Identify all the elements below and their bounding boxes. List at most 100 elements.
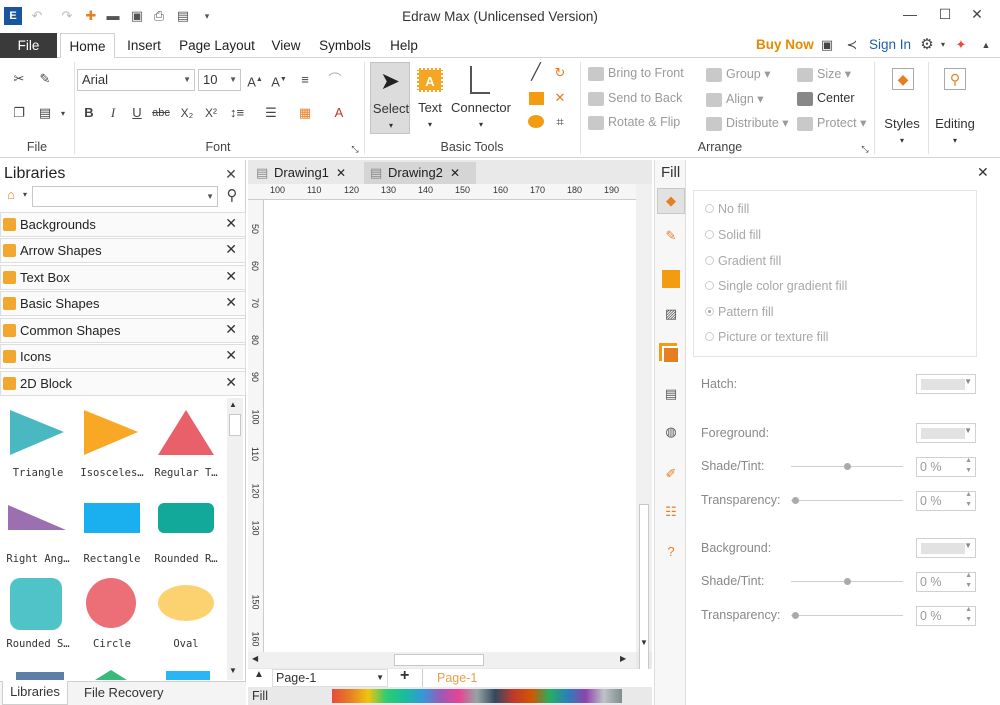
bullets-icon[interactable]: ☰ xyxy=(262,104,280,122)
comment-icon[interactable]: ☷ xyxy=(659,504,683,526)
partial-shape[interactable] xyxy=(95,670,127,680)
canvas-vertical-scrollbar[interactable]: ▼ xyxy=(636,184,652,674)
maximize-button[interactable]: ☐ xyxy=(935,6,955,26)
tab-page-layout[interactable]: Page Layout xyxy=(176,33,258,58)
rounded-rectangle-shape[interactable] xyxy=(158,503,214,533)
page-select[interactable]: Page-1 ▼ xyxy=(272,669,388,687)
isosceles-triangle-shape[interactable] xyxy=(84,410,138,455)
doc-tab-drawing1[interactable]: ▤ Drawing1 ✕ xyxy=(250,162,362,184)
cart-icon[interactable]: ▣ xyxy=(818,36,836,54)
hatch-select[interactable]: ▼ xyxy=(916,374,976,394)
note-icon[interactable]: ✐ xyxy=(659,466,683,488)
page-properties-icon[interactable]: ▤ xyxy=(659,386,683,408)
tab-symbols[interactable]: Symbols xyxy=(314,33,376,58)
rounded-square-shape[interactable] xyxy=(10,578,62,630)
align-text-icon[interactable]: ≡ xyxy=(296,71,314,89)
layers-icon[interactable] xyxy=(662,346,680,364)
fg-transparency-input[interactable]: 0 % ▲ ▼ xyxy=(916,491,976,511)
library-item-common-shapes[interactable]: Common Shapes ✕ xyxy=(0,318,246,343)
brush-icon[interactable]: ✎ xyxy=(36,70,54,88)
scroll-up-icon[interactable]: ▲ xyxy=(229,400,237,409)
close-library-icon[interactable]: ✕ xyxy=(225,268,237,285)
bg-shade-slider-knob[interactable] xyxy=(844,578,851,585)
line-spacing-icon[interactable]: ↕≡ xyxy=(228,104,246,122)
rectangle-shape[interactable] xyxy=(84,503,140,533)
scroll-thumb[interactable] xyxy=(229,414,241,436)
fg-transparency-slider-knob[interactable] xyxy=(792,497,799,504)
tab-file-recovery[interactable]: File Recovery xyxy=(84,685,163,700)
foreground-color-select[interactable]: ▼ xyxy=(916,423,976,443)
library-item-basic-shapes[interactable]: Basic Shapes ✕ xyxy=(0,291,246,316)
select-tool-button[interactable]: ➤ Select ▾ xyxy=(370,62,410,134)
text-curve-icon[interactable]: ⌒ xyxy=(326,71,344,89)
fg-transparency-slider[interactable] xyxy=(791,500,903,501)
search-icon[interactable]: ⚲ xyxy=(223,187,241,205)
superscript-icon[interactable]: X² xyxy=(202,104,220,122)
rotate-flip-button[interactable]: Rotate & Flip xyxy=(588,115,680,130)
fill-bucket-icon[interactable]: ◆ xyxy=(657,188,685,214)
bg-transparency-slider-knob[interactable] xyxy=(792,612,799,619)
line-style-icon[interactable]: ✎ xyxy=(659,228,683,250)
fg-shade-slider-knob[interactable] xyxy=(844,463,851,470)
tab-view[interactable]: View xyxy=(266,33,306,58)
close-library-icon[interactable]: ✕ xyxy=(225,294,237,311)
text-tool-button[interactable]: A Text ▾ xyxy=(414,62,446,134)
bg-transparency-input[interactable]: 0 % ▲ ▼ xyxy=(916,606,976,626)
underline-icon[interactable]: U xyxy=(128,104,146,122)
fg-shade-input[interactable]: 0 % ▲ ▼ xyxy=(916,457,976,477)
close-tab-icon[interactable]: ✕ xyxy=(450,162,460,184)
regular-triangle-shape[interactable] xyxy=(158,410,214,455)
library-item-text-box[interactable]: Text Box ✕ xyxy=(0,265,246,290)
scroll-thumb[interactable] xyxy=(639,504,649,674)
group-button[interactable]: Group ▾ xyxy=(706,66,771,82)
italic-icon[interactable]: I xyxy=(104,104,122,122)
close-library-icon[interactable]: ✕ xyxy=(225,374,237,391)
tab-home[interactable]: Home xyxy=(60,33,115,59)
settings-dropdown-icon[interactable]: ▾ xyxy=(934,36,952,54)
font-dialog-launcher-icon[interactable]: ⤡ xyxy=(346,140,364,158)
image-icon[interactable]: ▨ xyxy=(659,306,683,328)
crop-tool-icon[interactable]: ⌗ xyxy=(551,113,569,131)
align-button[interactable]: Align ▾ xyxy=(706,91,764,107)
close-library-icon[interactable]: ✕ xyxy=(225,321,237,338)
tab-libraries[interactable]: Libraries xyxy=(2,681,68,705)
right-angle-triangle-shape[interactable] xyxy=(8,505,66,530)
partial-shape[interactable] xyxy=(16,672,64,680)
buy-now-link[interactable]: Buy Now xyxy=(756,37,814,52)
canvas-horizontal-scrollbar[interactable]: ◀ ▶ xyxy=(248,652,636,668)
globe-icon[interactable]: ◍ xyxy=(659,424,683,446)
close-tab-icon[interactable]: ✕ xyxy=(336,162,346,184)
oval-shape[interactable] xyxy=(158,585,214,621)
page-tab[interactable]: Page-1 xyxy=(422,669,492,687)
highlight-icon[interactable]: ▦ xyxy=(296,104,314,122)
drawing-canvas[interactable] xyxy=(264,200,636,652)
center-button[interactable]: Center xyxy=(797,91,855,106)
bold-icon[interactable]: B xyxy=(80,104,98,122)
close-library-icon[interactable]: ✕ xyxy=(225,241,237,258)
tab-insert[interactable]: Insert xyxy=(120,33,168,58)
styles-button[interactable]: ◆ Styles ▾ xyxy=(880,64,924,150)
bring-to-front-button[interactable]: Bring to Front xyxy=(588,66,684,81)
radio-gradient-fill[interactable] xyxy=(705,256,714,265)
protect-button[interactable]: Protect ▾ xyxy=(797,115,866,131)
radio-no-fill[interactable] xyxy=(705,204,714,213)
scroll-down-icon[interactable]: ▼ xyxy=(640,638,648,647)
rectangle-tool-icon[interactable] xyxy=(529,92,544,105)
shrink-font-icon[interactable]: A▼ xyxy=(270,71,288,89)
curve-tool-icon[interactable]: ↻ xyxy=(551,64,569,82)
copy-icon[interactable]: ❐ xyxy=(10,104,28,122)
radio-solid-fill[interactable] xyxy=(705,230,714,239)
close-library-icon[interactable]: ✕ xyxy=(225,215,237,232)
scroll-right-icon[interactable]: ▶ xyxy=(620,654,626,663)
sign-in-link[interactable]: Sign In xyxy=(869,37,911,52)
close-fill-panel-icon[interactable]: ✕ xyxy=(977,164,989,181)
color-palette-strip[interactable] xyxy=(332,689,622,703)
strikethrough-icon[interactable]: abc xyxy=(152,104,170,122)
font-color-icon[interactable]: A xyxy=(330,104,348,122)
distribute-button[interactable]: Distribute ▾ xyxy=(706,115,789,131)
grow-font-icon[interactable]: A▲ xyxy=(246,71,264,89)
close-window-button[interactable]: ✕ xyxy=(967,6,987,26)
radio-pattern-fill[interactable] xyxy=(705,307,714,316)
editing-button[interactable]: ⚲ Editing ▾ xyxy=(932,64,978,150)
triangle-shape[interactable] xyxy=(10,410,64,455)
